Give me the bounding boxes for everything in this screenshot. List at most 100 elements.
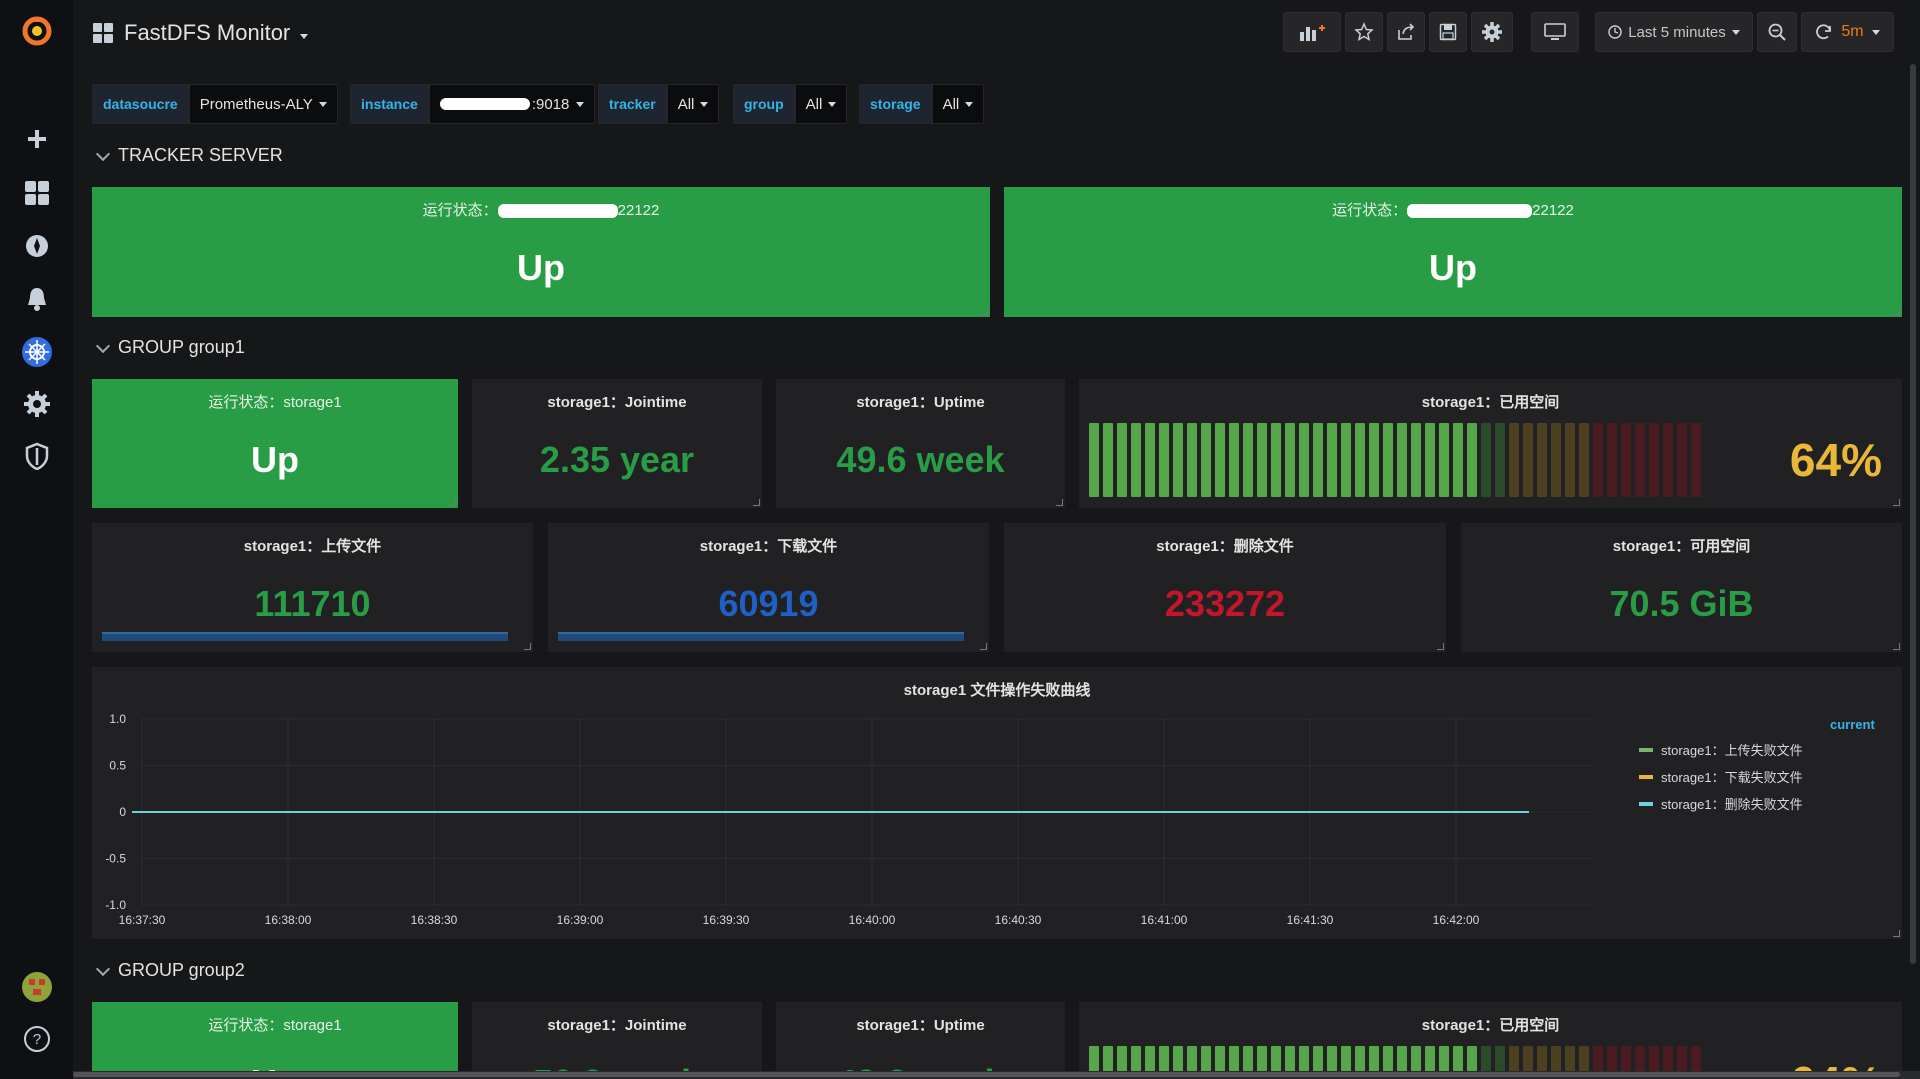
clock-icon [1608,25,1622,39]
tv-mode-button[interactable] [1531,12,1579,52]
uptime-panel[interactable]: storage1：Uptime 49.6 week [776,1002,1065,1079]
panel-title: storage1：下载文件 [699,538,838,555]
settings-button[interactable] [1471,12,1513,52]
scrollbar-thumb[interactable] [73,1072,1900,1077]
resize-handle[interactable] [981,308,988,315]
resize-handle[interactable] [1437,643,1444,650]
save-button[interactable] [1429,12,1467,52]
variable-datasource[interactable]: datasoucre Prometheus-ALY [92,84,338,124]
chevron-down-icon [700,101,709,107]
gauge-segment [1369,423,1379,497]
zoom-out-button[interactable] [1757,12,1797,52]
legend-swatch [1639,774,1653,779]
gauge-segment [1271,423,1281,497]
delete-files-panel[interactable]: storage1：删除文件 233272 [1004,523,1446,652]
refresh-button[interactable]: 5m [1801,12,1894,52]
gauge-segment [1537,423,1547,497]
row-title-text: GROUP group1 [118,337,245,357]
bell-icon[interactable] [18,280,55,317]
refresh-interval: 5m [1841,23,1864,40]
resize-handle[interactable] [1056,499,1063,506]
grafana-logo-icon[interactable] [18,12,55,49]
variable-value[interactable]: All [794,84,848,124]
used-space-panel[interactable]: storage1：已用空间 64% [1079,1002,1902,1079]
kubernetes-icon[interactable] [18,333,55,370]
row-group1[interactable]: GROUP group1 [95,337,245,358]
star-button[interactable] [1345,12,1383,52]
time-picker-button[interactable]: Last 5 minutes [1595,12,1753,52]
plus-icon[interactable] [18,120,55,157]
dashboard-title[interactable]: FastDFS Monitor [92,20,309,46]
legend-label: storage1：下载失败文件 [1661,770,1803,785]
upload-files-panel[interactable]: storage1：上传文件 111710 [92,523,533,652]
chevron-down-icon [95,146,111,161]
row-tracker-server[interactable]: TRACKER SERVER [95,145,283,166]
variable-value-text: All [805,95,823,113]
star-icon [1354,22,1374,42]
variable-storage[interactable]: storage All [859,84,985,124]
resize-handle[interactable] [1893,308,1900,315]
variable-group[interactable]: group All [733,84,848,124]
gauge-segment [1327,423,1337,497]
resize-handle[interactable] [753,499,760,506]
legend-item[interactable]: storage1：上传失败文件 0 [1639,740,1902,759]
gauge-segment [1383,423,1393,497]
variable-value[interactable]: All [931,84,985,124]
storage-status-panel[interactable]: 运行状态：storage1 Up [92,379,458,508]
jointime-panel[interactable]: storage1：Jointime 50.9 week [472,1002,762,1079]
gauge-segment [1257,423,1267,497]
legend-swatch [1639,801,1653,806]
chevron-down-icon [828,101,837,107]
gear-icon[interactable] [18,385,55,422]
gauge-segment [1089,423,1099,497]
resize-handle[interactable] [1893,643,1900,650]
legend-swatch [1639,747,1653,752]
uptime-panel[interactable]: storage1：Uptime 49.6 week [776,379,1065,508]
gauge-segment [1173,423,1183,497]
variable-instance[interactable]: instance :9018 [350,84,596,124]
shield-icon[interactable] [18,437,55,474]
tracker-status-panel[interactable]: 运行状态： 22122 Up [1004,187,1902,317]
variable-tracker[interactable]: tracker All [598,84,720,124]
stat-value: 233272 [1164,583,1286,624]
free-space-panel[interactable]: storage1：可用空间 70.5 GiB [1461,523,1902,652]
download-files-panel[interactable]: storage1：下载文件 60919 [548,523,989,652]
used-space-panel[interactable]: storage1：已用空间 64% [1079,379,1902,508]
variable-label: group [733,84,795,124]
panel-title-prefix: 运行状态： [1332,202,1408,219]
resize-handle[interactable] [1893,930,1900,937]
add-panel-button[interactable] [1283,12,1341,52]
horizontal-scrollbar[interactable] [73,1071,1920,1079]
avatar[interactable] [18,968,55,1005]
resize-handle[interactable] [524,643,531,650]
resize-handle[interactable] [449,499,456,506]
jointime-panel[interactable]: storage1：Jointime 2.35 year [472,379,762,508]
legend-header: current [1830,717,1875,732]
legend-item[interactable]: storage1：删除失败文件 0 [1639,794,1902,813]
share-button[interactable] [1387,12,1425,52]
gauge-segment [1495,423,1505,497]
x-tick-label: 16:41:30 [1287,913,1334,927]
dashboards-icon[interactable] [18,174,55,211]
gauge-segment [1677,423,1687,497]
row-group2[interactable]: GROUP group2 [95,960,245,981]
resize-handle[interactable] [1893,499,1900,506]
variable-value[interactable]: :9018 [428,84,596,124]
storage-status-panel[interactable]: 运行状态：storage1 Up [92,1002,458,1079]
gauge-segment [1313,423,1323,497]
variable-value[interactable]: Prometheus-ALY [188,84,338,124]
add-panel-icon [1300,25,1325,41]
row-title-text: GROUP group2 [118,960,245,980]
failure-graph-panel[interactable]: storage1 文件操作失败曲线 1.0 0.5 0 -0.5 -1.0 16:37:3… [92,667,1902,939]
legend-item[interactable]: storage1：下载失败文件 0 [1639,767,1902,786]
failure-line-chart[interactable]: 1.0 0.5 0 -0.5 -1.016:37:30 16:38:00 16:38:30 1… [92,667,1612,939]
redacted-block [439,98,530,110]
resize-handle[interactable] [980,643,987,650]
panel-title: storage1：已用空间 [1421,1017,1560,1034]
variable-value[interactable]: All [666,84,720,124]
help-icon[interactable]: ? [18,1020,55,1057]
explore-icon[interactable] [18,227,55,264]
tracker-status-panel[interactable]: 运行状态： 22122 Up [92,187,990,317]
chevron-down-icon [1731,29,1740,35]
vertical-scrollbar[interactable] [1910,64,1916,964]
